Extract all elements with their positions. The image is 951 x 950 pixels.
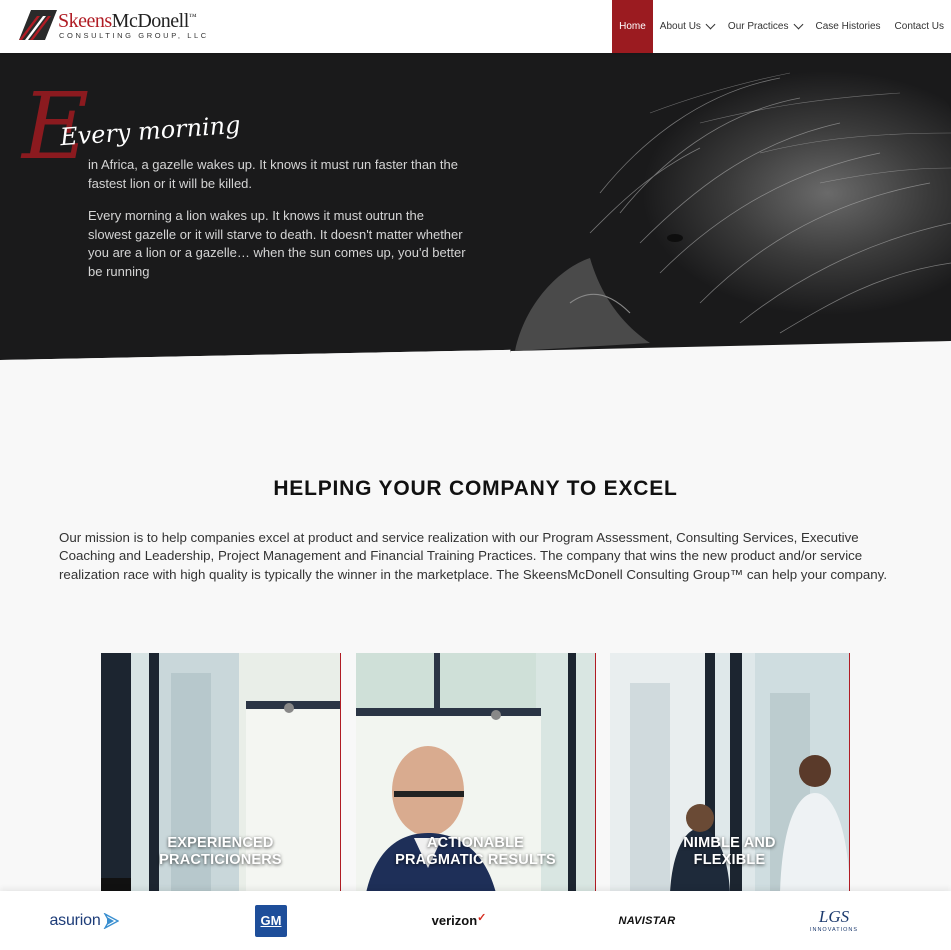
chevron-down-icon: [793, 19, 803, 30]
card-label: NIMBLE AND FLEXIBLE: [683, 835, 776, 868]
asurion-arrow-icon: [103, 912, 119, 929]
hero-paragraph-2: Every morning a lion wakes up. It knows …: [88, 208, 466, 279]
card-label: EXPERIENCED PRACTICIONERS: [159, 835, 282, 868]
hero-quote: in Africa, a gazelle wakes up. It knows …: [88, 156, 468, 281]
feature-card-nimble[interactable]: NIMBLE AND FLEXIBLE: [610, 653, 850, 893]
client-logo-lgs[interactable]: LGS INNOVATIONS: [805, 891, 863, 950]
client-logo-asurion[interactable]: asurion: [44, 891, 124, 950]
mission-statement: Our mission is to help companies excel a…: [59, 530, 888, 582]
menu-item-our-practices[interactable]: Our Practices: [721, 0, 809, 53]
hero-paragraph-1: in Africa, a gazelle wakes up. It knows …: [88, 157, 458, 191]
gm-logo-badge: GM: [255, 904, 287, 937]
company-logo[interactable]: SkeensMcDonell™ CONSULTING GROUP, LLC: [17, 8, 217, 44]
verizon-check-icon: ✓: [477, 912, 487, 924]
menu-item-case-histories[interactable]: Case Histories: [809, 0, 888, 53]
page-headline: HELPING YOUR COMPANY TO EXCEL: [273, 477, 678, 500]
client-logo-bar: asurion GM verizon ✓ NAVISTAR LGS INNOVAT…: [0, 891, 951, 950]
feature-card-actionable[interactable]: ACTIONABLE PRAGMATIC RESULTS: [356, 653, 596, 893]
chevron-down-icon: [705, 19, 716, 30]
logo-mark-icon: [19, 10, 57, 40]
menu-item-home[interactable]: Home: [612, 0, 653, 53]
feature-card-experienced[interactable]: EXPERIENCED PRACTICIONERS: [101, 653, 341, 893]
client-logo-navistar[interactable]: NAVISTAR: [615, 891, 679, 950]
client-logo-gm[interactable]: GM: [252, 891, 290, 950]
logo-subtitle: CONSULTING GROUP, LLC: [59, 31, 209, 40]
feature-cards: EXPERIENCED PRACTICIONERS ACTIONABLE PRAGM…: [101, 653, 851, 893]
main-menu: Home About Us Our Practices Case Histori…: [612, 0, 951, 53]
client-logo-verizon[interactable]: verizon ✓: [428, 891, 490, 950]
menu-item-about-us[interactable]: About Us: [653, 0, 721, 53]
hero-section: E Every morning in Africa, a gazelle wak…: [0, 53, 951, 363]
menu-item-contact-us[interactable]: Contact Us: [888, 0, 951, 53]
logo-wordmark: SkeensMcDonell™: [58, 10, 197, 32]
card-label: ACTIONABLE PRAGMATIC RESULTS: [395, 835, 556, 868]
top-navigation: SkeensMcDonell™ CONSULTING GROUP, LLC Ho…: [0, 0, 951, 53]
